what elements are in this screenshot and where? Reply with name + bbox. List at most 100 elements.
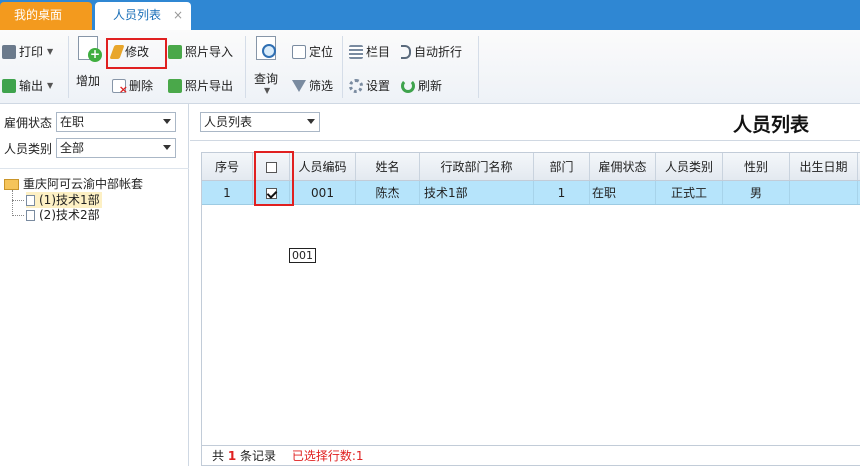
printer-icon — [2, 45, 16, 59]
refresh-button[interactable]: 刷新 — [401, 76, 442, 96]
delete-label: 删除 — [129, 79, 154, 93]
funnel-icon — [292, 80, 306, 92]
query-button[interactable]: 查询 ▼ — [252, 34, 284, 98]
column-header-category[interactable]: 人员类别 — [656, 153, 723, 180]
cell-seq: 1 — [202, 181, 253, 204]
category-select[interactable]: 全部 — [56, 138, 176, 158]
cell-category: 正式工 — [656, 181, 723, 204]
chevron-down-icon: ▼ — [47, 47, 54, 56]
cell-tooltip: 001 — [289, 248, 316, 263]
columns-button[interactable]: 栏目 — [349, 42, 390, 62]
column-header-code[interactable]: 人员编码 — [290, 153, 356, 180]
chevron-down-icon: ▼ — [264, 86, 271, 95]
divider — [190, 140, 860, 141]
category-filter: 人员类别 全部 — [4, 137, 176, 159]
wrap-icon — [401, 45, 411, 59]
gear-icon — [349, 79, 363, 93]
column-header-name[interactable]: 姓名 — [356, 153, 420, 180]
divider — [0, 168, 189, 169]
locate-button[interactable]: 定位 — [292, 42, 333, 62]
print-button[interactable]: 打印 ▼ — [2, 42, 53, 62]
divider — [245, 36, 246, 98]
export-button[interactable]: 输出 ▼ — [2, 76, 53, 96]
delete-button[interactable]: × 删除 — [112, 76, 153, 96]
selected-count: 已选择行数:1 — [291, 449, 364, 463]
tab-home[interactable]: 我的桌面 — [0, 2, 92, 30]
settings-label: 设置 — [366, 79, 391, 93]
tree-item-dept-1[interactable]: (1)技术1部 — [26, 192, 102, 208]
locate-label: 定位 — [309, 45, 334, 59]
add-label: 增加 — [76, 74, 101, 88]
filter-button[interactable]: 筛选 — [292, 76, 333, 96]
cell-birth — [790, 181, 858, 204]
plus-icon: + — [88, 47, 102, 62]
wrap-label: 自动折行 — [414, 45, 463, 59]
view-select[interactable]: 人员列表 — [200, 112, 320, 132]
columns-label: 栏目 — [366, 45, 391, 59]
tab-person-list-label: 人员列表 — [113, 8, 162, 22]
close-icon[interactable]: × — [173, 2, 183, 28]
add-button[interactable]: + 增加 — [74, 34, 106, 94]
edit-highlight-box — [106, 38, 167, 69]
chevron-down-icon — [163, 119, 171, 124]
folder-icon — [4, 178, 19, 190]
print-label: 打印 — [19, 45, 44, 59]
tree-line — [12, 215, 24, 216]
tab-person-list[interactable]: 人员列表 × — [95, 2, 191, 30]
locate-icon — [292, 45, 306, 59]
total-prefix: 共 — [212, 449, 225, 463]
chevron-down-icon — [163, 145, 171, 150]
column-header-dept[interactable]: 部门 — [534, 153, 590, 180]
left-panel: 雇佣状态 在职 人员类别 全部 重庆阿可云渝中部帐套 (1)技术1部 (2)技术… — [0, 104, 189, 466]
column-header-admin-dept[interactable]: 行政部门名称 — [420, 153, 534, 180]
employment-value: 在职 — [60, 115, 85, 129]
divider — [68, 36, 69, 98]
filter-label: 筛选 — [309, 79, 334, 93]
tree-item-label: (1)技术1部 — [39, 193, 100, 207]
cell-admin-dept: 技术1部 — [420, 181, 534, 204]
photo-export-button[interactable]: 照片导出 — [168, 76, 233, 96]
tree-line — [12, 200, 24, 201]
tree-item-dept-2[interactable]: (2)技术2部 — [26, 207, 100, 223]
settings-button[interactable]: 设置 — [349, 76, 390, 96]
refresh-label: 刷新 — [418, 79, 443, 93]
page-title: 人员列表 — [733, 114, 810, 136]
column-header-birth[interactable]: 出生日期 — [790, 153, 858, 180]
cell-dept: 1 — [534, 181, 590, 204]
employment-select[interactable]: 在职 — [56, 112, 176, 132]
column-header-status[interactable]: 雇佣状态 — [590, 153, 656, 180]
category-value: 全部 — [60, 141, 85, 155]
photo-import-button[interactable]: 照片导入 — [168, 42, 233, 62]
columns-icon — [349, 45, 363, 59]
column-header-gender[interactable]: 性别 — [723, 153, 790, 180]
status-bar: 共 1 条记录 已选择行数:1 — [201, 446, 860, 466]
wrap-button[interactable]: 自动折行 — [401, 42, 462, 62]
magnifier-icon — [262, 44, 276, 58]
photo-import-label: 照片导入 — [185, 45, 234, 59]
document-icon — [26, 209, 35, 221]
view-select-value: 人员列表 — [204, 115, 253, 129]
table-row[interactable]: 1 001 陈杰 技术1部 1 在职 正式工 男 — [202, 181, 860, 205]
tree-root-label: 重庆阿可云渝中部帐套 — [23, 177, 144, 191]
checkbox-highlight-box — [254, 151, 294, 206]
main-panel: 人员列表 人员列表 序号 人员编码 姓名 行政部门名称 部门 雇佣状态 人员类别… — [190, 104, 860, 466]
photo-export-icon — [168, 79, 182, 93]
export-icon — [2, 79, 16, 93]
tree-root[interactable]: 重庆阿可云渝中部帐套 — [4, 176, 143, 192]
query-label: 查询 — [254, 72, 279, 86]
chevron-down-icon: ▼ — [47, 81, 54, 90]
delete-icon: × — [112, 79, 128, 95]
divider — [478, 36, 479, 98]
tree-line — [12, 190, 13, 216]
total-count: 1 — [227, 449, 237, 463]
cell-name: 陈杰 — [356, 181, 420, 204]
column-header-seq[interactable]: 序号 — [202, 153, 253, 180]
cell-gender: 男 — [723, 181, 790, 204]
cell-code: 001 — [290, 181, 356, 204]
cell-status: 在职 — [590, 181, 656, 204]
chevron-down-icon — [307, 119, 315, 124]
category-label: 人员类别 — [4, 141, 53, 156]
tab-bar: 我的桌面 人员列表 × — [0, 0, 860, 30]
tree-item-label: (2)技术2部 — [39, 208, 100, 222]
photo-export-label: 照片导出 — [185, 79, 234, 93]
